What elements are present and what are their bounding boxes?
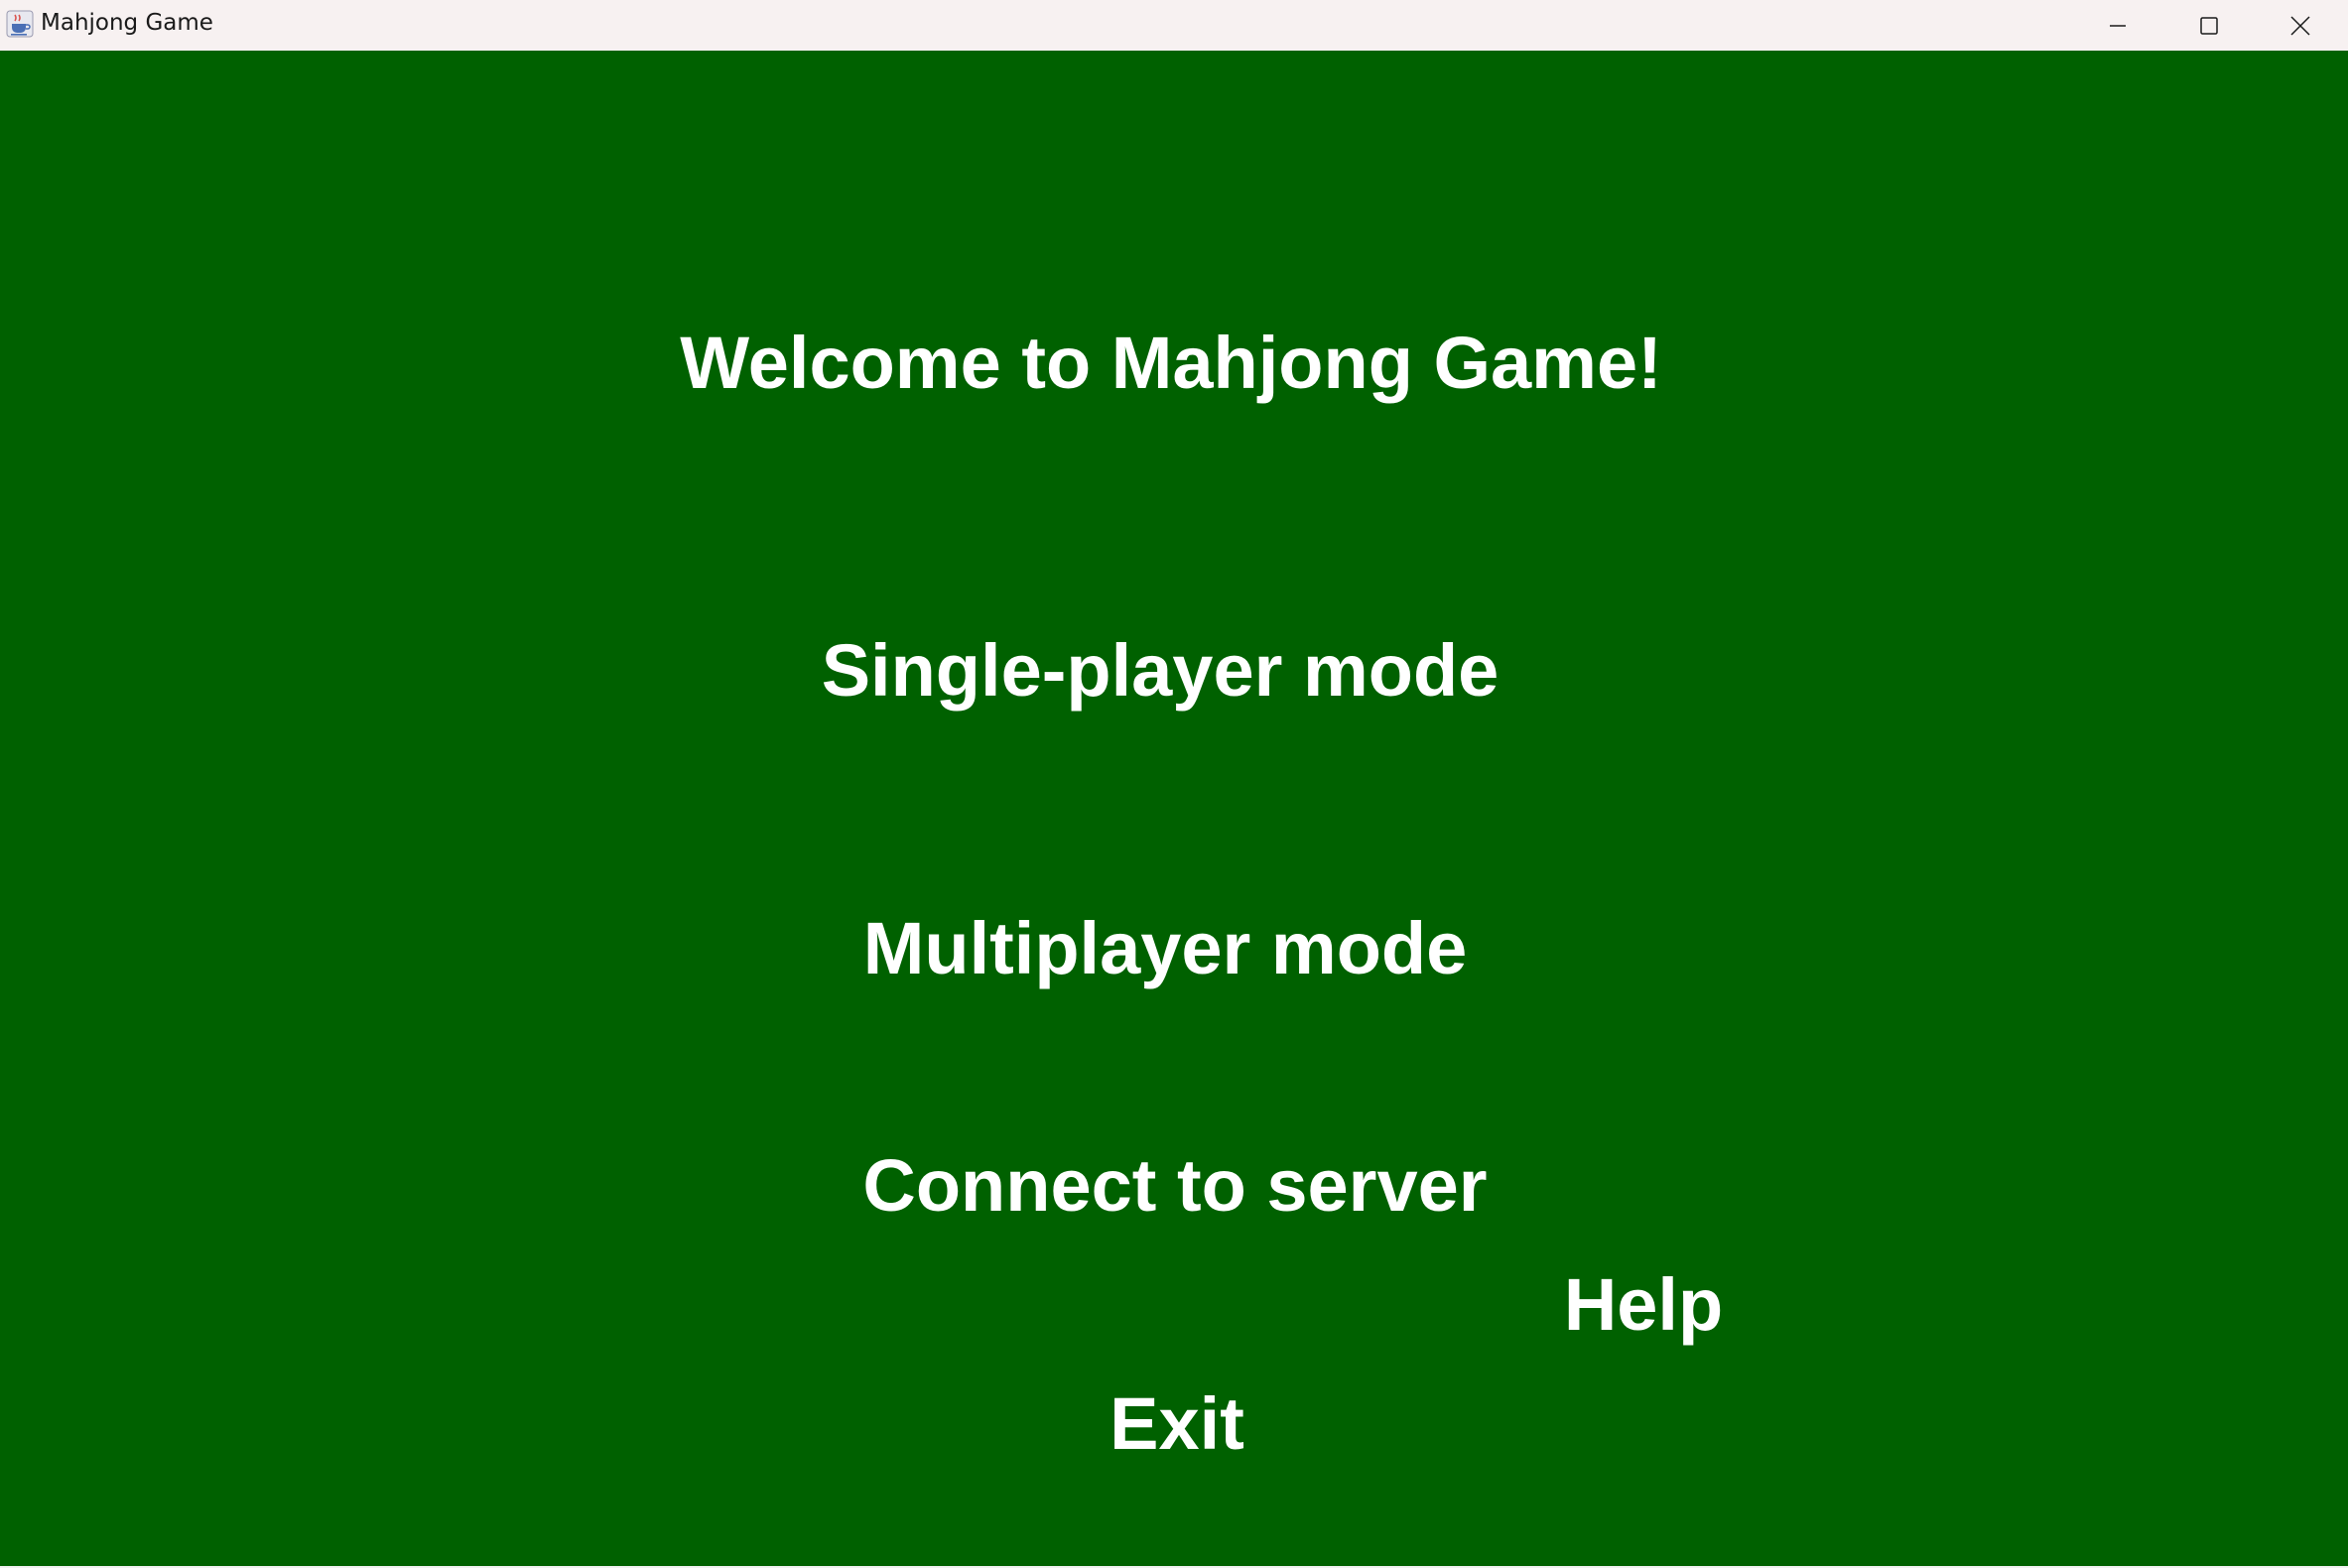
close-button[interactable]	[2255, 0, 2346, 51]
title-bar[interactable]: Mahjong Game	[0, 0, 2348, 51]
game-menu-panel	[0, 51, 2348, 1568]
exit-button[interactable]: Exit	[1109, 1381, 1244, 1466]
connect-to-server-button[interactable]: Connect to server	[862, 1143, 1487, 1228]
app-window: Mahjong Game Welcome to Mahjong Game! Si…	[0, 0, 2348, 1568]
multiplayer-mode-button[interactable]: Multiplayer mode	[863, 906, 1468, 990]
close-icon	[2289, 15, 2311, 37]
window-title: Mahjong Game	[41, 10, 213, 36]
java-coffee-cup-icon	[6, 10, 34, 38]
welcome-heading: Welcome to Mahjong Game!	[680, 322, 1662, 404]
single-player-mode-button[interactable]: Single-player mode	[822, 628, 1500, 713]
maximize-button[interactable]	[2163, 0, 2255, 51]
maximize-icon	[2199, 16, 2219, 36]
minimize-button[interactable]	[2072, 0, 2163, 51]
minimize-icon	[2108, 16, 2128, 36]
help-button[interactable]: Help	[1564, 1262, 1723, 1347]
